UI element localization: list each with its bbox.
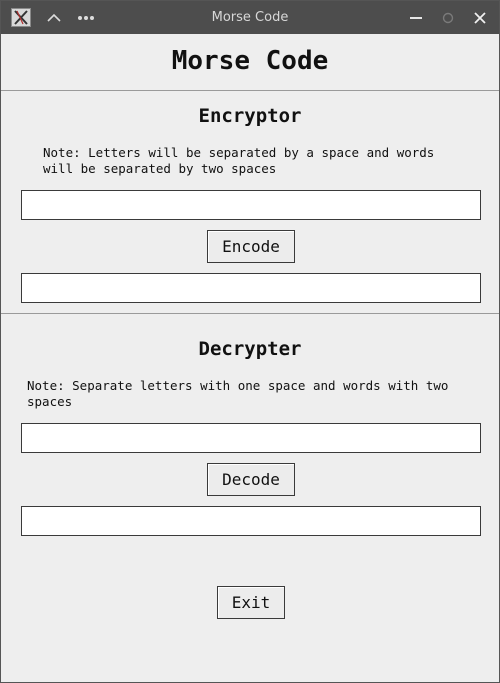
decrypter-title: Decrypter bbox=[198, 338, 302, 360]
encode-input[interactable] bbox=[21, 190, 481, 220]
encryptor-note: Note: Letters will be separated by a spa… bbox=[43, 145, 435, 176]
encryptor-title: Encryptor bbox=[198, 105, 302, 127]
page-title: Morse Code bbox=[171, 46, 329, 76]
close-icon[interactable] bbox=[465, 1, 495, 34]
decode-input[interactable] bbox=[21, 423, 481, 453]
chevron-up-icon[interactable] bbox=[39, 1, 69, 34]
decrypter-note: Note: Separate letters with one space an… bbox=[27, 378, 449, 409]
encode-output[interactable] bbox=[21, 273, 481, 303]
minimize-icon[interactable] bbox=[401, 1, 431, 34]
maximize-icon[interactable] bbox=[433, 1, 463, 34]
decode-button[interactable]: Decode bbox=[207, 463, 295, 496]
divider bbox=[1, 313, 499, 314]
app-icon[interactable] bbox=[11, 8, 31, 27]
app-window: Morse Code Morse Code Encryptor Note: Le… bbox=[0, 0, 500, 683]
decode-output[interactable] bbox=[21, 506, 481, 536]
encode-button[interactable]: Encode bbox=[207, 230, 295, 263]
title-bar: Morse Code bbox=[1, 1, 499, 34]
divider bbox=[1, 90, 499, 91]
exit-button[interactable]: Exit bbox=[217, 586, 285, 619]
more-icon[interactable] bbox=[71, 1, 101, 34]
